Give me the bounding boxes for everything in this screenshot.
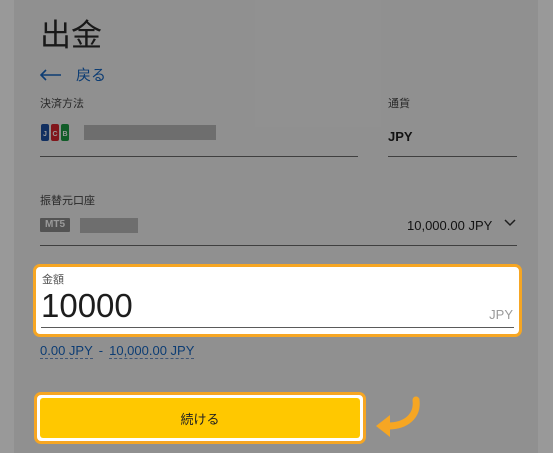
masked-card-number xyxy=(84,125,216,140)
amount-currency: JPY xyxy=(489,307,513,322)
max-amount-link[interactable]: 10,000.00 JPY xyxy=(109,343,195,359)
masked-account-number xyxy=(80,218,138,233)
page-title: 出金 xyxy=(40,18,102,53)
back-label: 戻る xyxy=(76,67,107,84)
currency-underline xyxy=(388,156,517,157)
continue-label: 続ける xyxy=(180,411,220,427)
svg-text:J: J xyxy=(43,131,47,138)
chevron-down-icon xyxy=(504,219,516,227)
amount-label: 金額 xyxy=(42,274,64,286)
payment-method-label: 決済方法 xyxy=(40,98,84,110)
back-link[interactable]: 戻る xyxy=(40,64,106,85)
amount-underline xyxy=(41,327,514,328)
source-account-underline xyxy=(40,245,517,246)
currency-label: 通貨 xyxy=(388,98,410,110)
source-account-label: 振替元口座 xyxy=(40,195,95,207)
pointer-arrow-icon xyxy=(376,396,420,437)
svg-text:B: B xyxy=(62,131,67,138)
amount-range: 0.00 JPY -10,000.00 JPY xyxy=(40,343,195,359)
mt5-badge: MT5 xyxy=(40,218,70,232)
min-amount-link[interactable]: 0.00 JPY xyxy=(40,343,93,359)
arrow-left-icon xyxy=(40,68,61,81)
jcb-icon: J C B xyxy=(41,124,69,141)
range-separator: - xyxy=(98,343,104,358)
svg-text:C: C xyxy=(52,131,57,138)
amount-input[interactable]: 10000 xyxy=(41,287,133,325)
currency-value: JPY xyxy=(388,129,413,144)
amount-field[interactable]: 金額 10000 JPY xyxy=(33,264,522,337)
payment-method-underline xyxy=(40,156,358,157)
continue-button-highlight[interactable]: 続ける xyxy=(34,392,366,444)
account-balance: 10,000.00 JPY xyxy=(407,218,493,233)
continue-button[interactable]: 続ける xyxy=(40,398,360,438)
